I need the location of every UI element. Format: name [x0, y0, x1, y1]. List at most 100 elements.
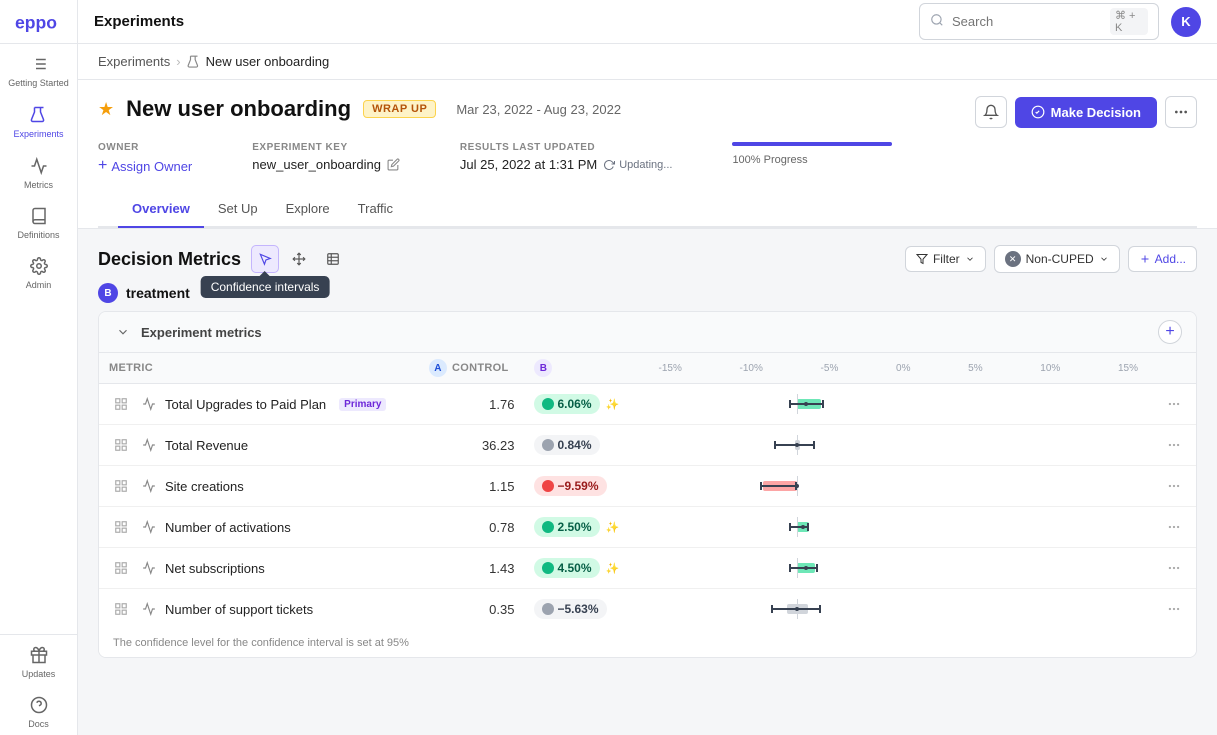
treatment-pct-badge: 6.06%	[534, 394, 599, 414]
sidebar-item-metrics[interactable]: Metrics	[0, 146, 77, 196]
chart-cell	[644, 507, 1152, 548]
row-more-button[interactable]	[1162, 392, 1186, 416]
tab-traffic[interactable]: Traffic	[344, 191, 407, 228]
move-mode-button[interactable]	[285, 245, 313, 273]
results-value: Jul 25, 2022 at 1:31 PM	[460, 157, 597, 172]
sidebar-item-admin[interactable]: Admin	[0, 246, 77, 296]
book-icon	[29, 206, 49, 226]
row-more-button[interactable]	[1162, 556, 1186, 580]
table-view-button[interactable]	[319, 245, 347, 273]
add-metric-button[interactable]: +	[1158, 320, 1182, 344]
move-icon	[292, 252, 306, 266]
tab-overview[interactable]: Overview	[118, 191, 204, 228]
metric-more-button[interactable]	[109, 392, 133, 416]
collapse-section-button[interactable]	[113, 322, 133, 342]
sentiment-circle	[542, 480, 554, 492]
assign-owner-button[interactable]: + Assign Owner	[98, 157, 192, 175]
search-box[interactable]: ⌘ + K	[919, 3, 1159, 40]
plus-icon	[1139, 253, 1151, 265]
sidebar: eppo Getting Started Experiments Metrics	[0, 0, 78, 735]
metric-more-button[interactable]	[109, 597, 133, 621]
sentiment-circle	[542, 521, 554, 533]
star-icon[interactable]: ★	[98, 99, 114, 120]
tab-set-up[interactable]: Set Up	[204, 191, 272, 228]
avatar[interactable]: K	[1171, 7, 1201, 37]
sidebar-item-definitions[interactable]: Definitions	[0, 196, 77, 246]
topbar: Experiments ⌘ + K K	[78, 0, 1217, 44]
results-label: RESULTS LAST UPDATED	[460, 142, 673, 153]
main-content: Experiments ⌘ + K K Experiments ›	[78, 0, 1217, 735]
row-actions-cell	[1152, 507, 1196, 548]
chart-line-icon	[29, 156, 49, 176]
control-value: 1.76	[419, 384, 524, 425]
actions-col-header	[1152, 353, 1196, 384]
edit-icon[interactable]	[387, 158, 400, 171]
metric-name-cell: Total Upgrades to Paid Plan Primary	[99, 384, 419, 425]
metric-icon	[140, 436, 158, 454]
control-value: 36.23	[419, 425, 524, 466]
treatment-cell: 2.50% ✨	[524, 507, 644, 548]
sidebar-item-updates[interactable]: Updates	[0, 635, 77, 685]
control-value: 0.78	[419, 507, 524, 548]
experiment-key-label: EXPERIMENT KEY	[252, 142, 400, 153]
metric-more-button[interactable]	[109, 515, 133, 539]
dm-toolbar-icons: Confidence intervals	[251, 245, 347, 273]
notifications-button[interactable]	[975, 96, 1007, 128]
metric-name: Number of support tickets	[165, 602, 313, 617]
sentiment-circle	[542, 603, 554, 615]
metric-name: Total Revenue	[165, 438, 248, 453]
row-more-button[interactable]	[1162, 474, 1186, 498]
gift-icon	[29, 645, 49, 665]
more-options-button[interactable]	[1165, 96, 1197, 128]
breadcrumb-parent[interactable]: Experiments	[98, 54, 170, 69]
chevron-down-cuped-icon	[1099, 254, 1109, 264]
table-row: Total Revenue 36.23 0.84%	[99, 425, 1196, 466]
sidebar-item-docs[interactable]: Docs	[0, 685, 77, 735]
plus-icon: +	[98, 157, 107, 175]
sidebar-item-experiments[interactable]: Experiments	[0, 95, 77, 146]
search-input[interactable]	[952, 14, 1102, 29]
decision-metrics-section: Decision Metrics Confidence intervals	[78, 229, 1217, 658]
metric-more-button[interactable]	[109, 474, 133, 498]
footnote: The confidence level for the confidence …	[99, 629, 1196, 657]
control-value: 1.43	[419, 548, 524, 589]
row-more-button[interactable]	[1162, 433, 1186, 457]
table-row: Total Upgrades to Paid Plan Primary 1.76…	[99, 384, 1196, 425]
primary-badge: Primary	[339, 398, 386, 411]
brain-icon	[1031, 105, 1045, 119]
search-shortcut: ⌘ + K	[1110, 8, 1148, 35]
settings-icon	[29, 256, 49, 276]
experiment-date-range: Mar 23, 2022 - Aug 23, 2022	[456, 102, 621, 117]
sparkle-icon: ✨	[606, 521, 620, 534]
question-icon	[29, 695, 49, 715]
sidebar-item-label: Admin	[26, 280, 52, 290]
metric-col-header: Metric	[99, 353, 419, 384]
row-more-button[interactable]	[1162, 597, 1186, 621]
refresh-icon	[603, 159, 615, 171]
treatment-pct-badge: −9.59%	[534, 476, 606, 496]
filter-button[interactable]: Filter	[905, 246, 986, 272]
sidebar-item-getting-started[interactable]: Getting Started	[0, 44, 77, 95]
page-title: Experiments	[94, 13, 184, 30]
sentiment-circle	[542, 562, 554, 574]
row-more-button[interactable]	[1162, 515, 1186, 539]
cuped-button[interactable]: ✕ Non-CUPED	[994, 245, 1120, 273]
cursor-mode-button[interactable]: Confidence intervals	[251, 245, 279, 273]
experiment-header: ★ New user onboarding WRAP UP Mar 23, 20…	[78, 80, 1217, 229]
owner-label: OWNER	[98, 142, 192, 153]
treatment-pct-badge: 0.84%	[534, 435, 599, 455]
add-button[interactable]: Add...	[1128, 246, 1197, 272]
cuped-x-badge: ✕	[1005, 251, 1021, 267]
metric-icon	[140, 477, 158, 495]
make-decision-button[interactable]: Make Decision	[1015, 97, 1157, 128]
metric-more-button[interactable]	[109, 556, 133, 580]
sentiment-circle	[542, 439, 554, 451]
metric-icon	[140, 395, 158, 413]
experiment-actions: Make Decision	[975, 96, 1197, 128]
table-row: Number of support tickets 0.35 −5.63%	[99, 589, 1196, 630]
tab-explore[interactable]: Explore	[272, 191, 344, 228]
metric-more-button[interactable]	[109, 433, 133, 457]
chevron-down-icon	[965, 254, 975, 264]
sidebar-item-label: Definitions	[17, 230, 59, 240]
treatment-pct-badge: 2.50%	[534, 517, 599, 537]
